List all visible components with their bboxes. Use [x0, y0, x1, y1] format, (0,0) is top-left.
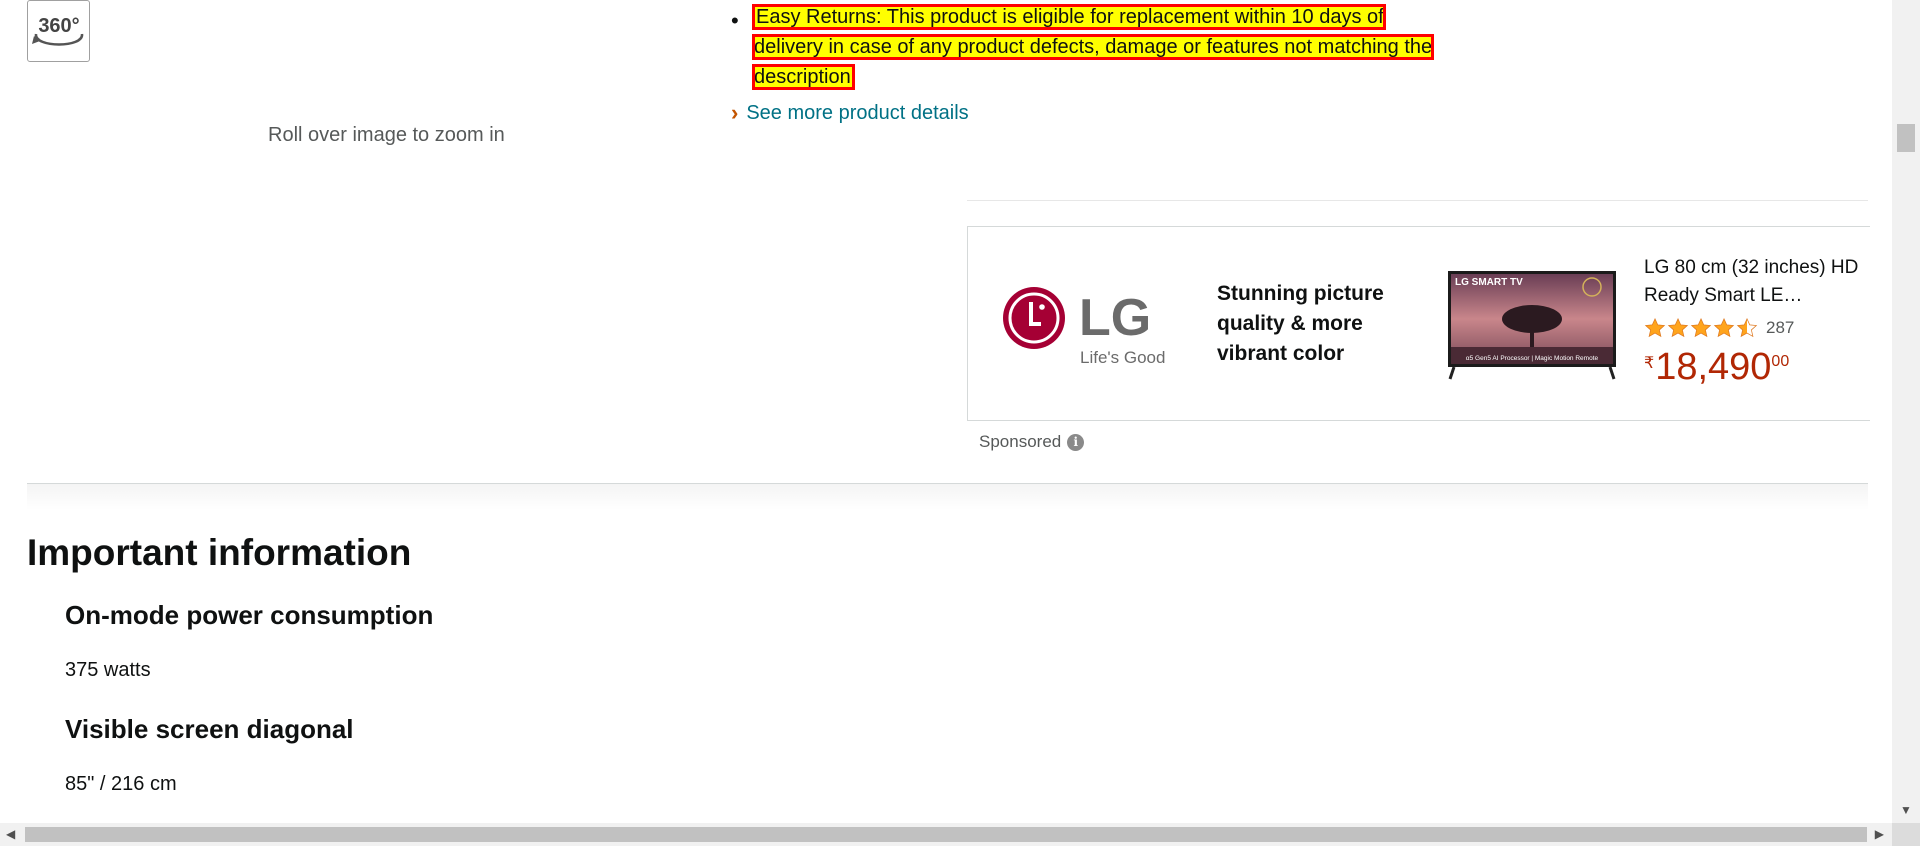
rating-count[interactable]: 287	[1766, 318, 1794, 338]
divider	[967, 200, 1868, 201]
info-value-power: 375 watts	[65, 659, 151, 681]
info-icon[interactable]: i	[1067, 433, 1085, 451]
view-360-thumbnail[interactable]: 360°	[27, 0, 90, 62]
vertical-scrollbar[interactable]: ▼	[1892, 0, 1920, 823]
star-full-icon	[1713, 317, 1735, 338]
sponsored-label: Sponsored i	[979, 432, 1085, 452]
sponsored-text: Sponsored	[979, 432, 1062, 451]
price-fraction: 00	[1771, 353, 1790, 370]
sponsored-ad-card[interactable]: LG Life's Good Stunning picture quality …	[967, 226, 1870, 421]
scroll-right-arrow-icon[interactable]: ▶	[1875, 827, 1884, 841]
tv-product-image[interactable]: LG SMART TV α5 Gen5 AI Processor | Magic…	[1446, 269, 1618, 381]
stars	[1644, 317, 1758, 339]
see-more-product-details-link[interactable]: › See more product details	[731, 100, 969, 126]
svg-text:α5 Gen5 AI Processor | Magic M: α5 Gen5 AI Processor | Magic Motion Remo…	[1466, 355, 1599, 362]
chevron-right-icon: ›	[731, 100, 739, 125]
info-label-screen: Visible screen diagonal	[65, 714, 354, 744]
scrollbar-corner	[1892, 823, 1920, 846]
scroll-left-arrow-icon[interactable]: ◀	[6, 827, 15, 841]
horizontal-scrollbar[interactable]: ◀ ▶	[0, 823, 1892, 846]
section-shadow	[27, 484, 1868, 510]
ad-product-title[interactable]: LG 80 cm (32 inches) HD Ready Smart LE…	[1644, 254, 1859, 310]
price-whole: 18,490	[1655, 346, 1772, 388]
price-symbol: ₹	[1644, 355, 1655, 372]
horizontal-scroll-thumb[interactable]	[25, 827, 1867, 842]
star-full-icon	[1644, 317, 1666, 338]
ad-headline[interactable]: Stunning picture quality & more vibrant …	[1217, 279, 1417, 369]
ad-price: ₹ 18,490 00	[1644, 345, 1789, 389]
svg-text:360°: 360°	[38, 15, 79, 37]
bullet-marker: •	[731, 8, 739, 33]
rotate-360-icon: 360°	[31, 15, 83, 46]
star-half-icon	[1736, 317, 1758, 338]
svg-text:LG SMART TV: LG SMART TV	[1455, 277, 1523, 288]
zoom-hint: Roll over image to zoom in	[268, 124, 505, 146]
highlighted-text: Easy Returns: This product is eligible f…	[751, 4, 1435, 90]
star-rating[interactable]: 287	[1644, 317, 1794, 339]
vertical-scroll-thumb[interactable]	[1897, 124, 1915, 152]
lg-logo[interactable]: LG Life's Good	[1002, 285, 1172, 367]
see-more-label: See more product details	[746, 101, 969, 124]
scroll-down-arrow-icon[interactable]: ▼	[1900, 803, 1912, 817]
star-full-icon	[1690, 317, 1712, 338]
info-value-screen: 85" / 216 cm	[65, 773, 177, 795]
svg-text:Life's Good: Life's Good	[1080, 348, 1165, 367]
info-label-power: On-mode power consumption	[65, 600, 434, 630]
star-full-icon	[1667, 317, 1689, 338]
feature-bullet-returns: Easy Returns: This product is eligible f…	[751, 2, 1449, 92]
svg-text:LG: LG	[1079, 289, 1151, 347]
important-information-heading: Important information	[27, 532, 412, 573]
